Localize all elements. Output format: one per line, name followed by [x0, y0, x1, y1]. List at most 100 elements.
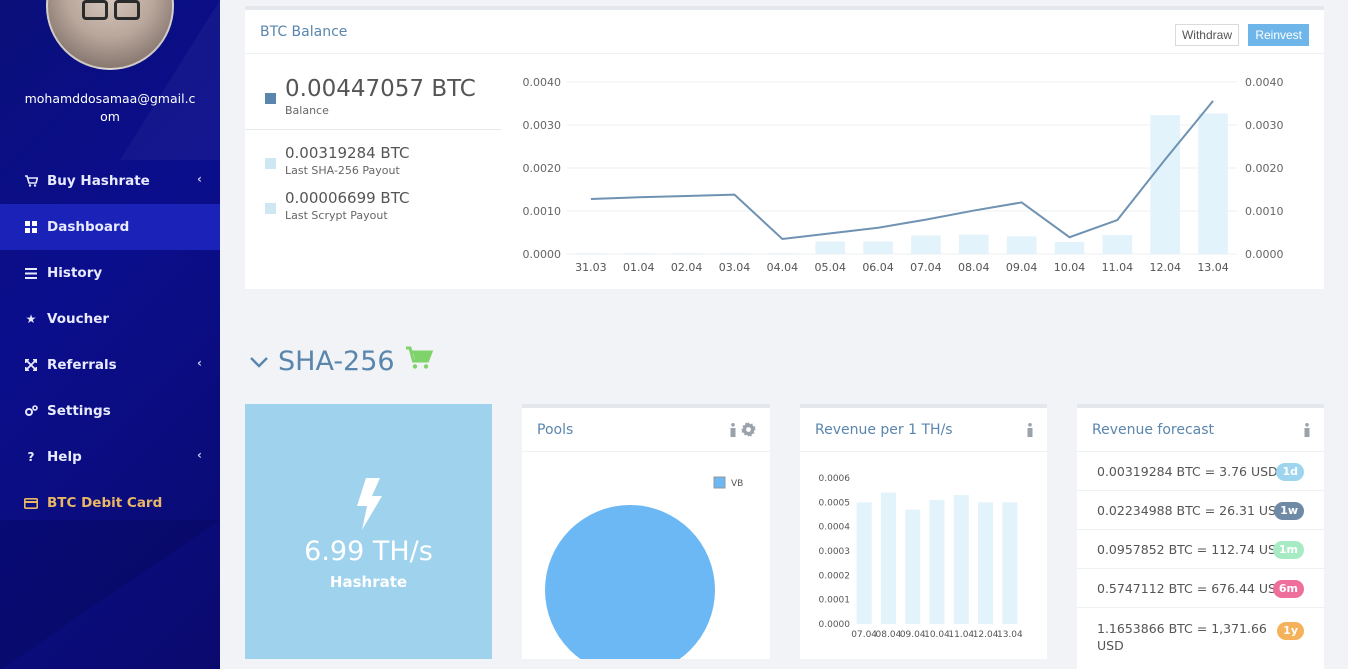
sidebar-decoration — [0, 520, 220, 669]
period-badge: 1m — [1272, 541, 1304, 559]
sidebar-item-buy-hashrate[interactable]: Buy Hashrate ‹ — [0, 158, 220, 204]
sidebar-item-label: Dashboard — [47, 219, 130, 235]
revenue-per-th-card: Revenue per 1 TH/s 0.0000 0.0001 0.0002 0.0… — [800, 404, 1047, 659]
divider — [245, 129, 501, 130]
revenue-forecast-card: Revenue forecast 0.00319284 BTC = 3.76 U… — [1077, 404, 1324, 669]
balance-item: 0.00447057 BTC Balance — [265, 76, 501, 117]
card-tools — [1304, 422, 1310, 441]
forecast-row: 0.02234988 BTC = 26.31 USD 1w — [1077, 491, 1324, 530]
x-tick-label: 31.03 — [575, 261, 607, 274]
sidebar-item-history[interactable]: History — [0, 250, 220, 296]
x-tick-label: 13.04 — [1197, 261, 1229, 274]
bar — [1150, 115, 1181, 254]
sha-payout-label: Last SHA-256 Payout — [285, 164, 400, 177]
info-icon[interactable] — [1304, 422, 1310, 441]
sidebar-item-voucher[interactable]: ★ Voucher — [0, 296, 220, 342]
period-badge: 1y — [1277, 622, 1304, 640]
x-tick-label: 08.04 — [958, 261, 990, 274]
forecast-value: 0.0957852 BTC = 112.74 USD — [1097, 541, 1286, 557]
bar — [671, 253, 702, 254]
forecast-value: 0.02234988 BTC = 26.31 USD — [1097, 502, 1286, 518]
x-tick-label: 12.04 — [1149, 261, 1181, 274]
balance-value: 0.00447057 BTC — [285, 76, 476, 102]
sidebar-item-label: History — [47, 265, 103, 281]
bar — [719, 253, 750, 254]
balance-list: 0.00447057 BTC Balance 0.00319284 BTC La… — [245, 76, 501, 222]
sidebar: mohamddosamaa@gmail.com Buy Hashrate ‹ D… — [0, 0, 220, 669]
sidebar-item-label: Buy Hashrate — [47, 173, 150, 189]
pools-pie-chart: VB — [545, 476, 743, 659]
sidebar-item-btc-debit-card[interactable]: BTC Debit Card — [0, 480, 220, 526]
bar — [953, 495, 969, 624]
pools-card: Pools VB — [522, 404, 770, 659]
sidebar-item-label: Settings — [47, 403, 111, 419]
sidebar-item-help[interactable]: ? Help ‹ — [0, 434, 220, 480]
bar — [905, 509, 921, 624]
star-icon: ★ — [25, 312, 37, 326]
x-tick-label: 01.04 — [623, 261, 655, 274]
x-tick-label: 11.04 — [948, 630, 974, 640]
chevron-down-icon[interactable] — [250, 349, 268, 374]
chevron-left-icon: ‹ — [197, 172, 202, 186]
x-tick-label: 06.04 — [862, 261, 894, 274]
legend-square — [265, 158, 276, 169]
cart-icon[interactable] — [405, 346, 433, 377]
sidebar-item-dashboard[interactable]: Dashboard — [0, 204, 220, 250]
sha-payout-value: 0.00319284 BTC — [285, 144, 410, 162]
x-tick-label: 13.04 — [997, 630, 1023, 640]
series-line — [590, 100, 1214, 240]
x-tick-label: 12.04 — [973, 630, 999, 640]
bar — [978, 502, 994, 624]
forecast-row: 1.1653866 BTC = 1,371.66 USD 1y — [1077, 608, 1324, 660]
forecast-value: 1.1653866 BTC = 1,371.66 USD — [1097, 621, 1267, 653]
reinvest-button[interactable]: Reinvest — [1248, 24, 1309, 46]
sidebar-nav: Buy Hashrate ‹ Dashboard History ★ Vouch… — [0, 158, 220, 526]
bar — [929, 499, 945, 624]
hashrate-value: 6.99 TH/s — [304, 536, 433, 567]
bar — [863, 241, 893, 254]
grid-icon — [24, 220, 38, 234]
x-tick-label: 04.04 — [767, 261, 799, 274]
card-title: Revenue per 1 TH/s — [800, 408, 1047, 452]
y2-tick-label: 0.0040 — [1245, 76, 1284, 89]
y2-tick-label: 0.0030 — [1245, 119, 1284, 132]
section-title: SHA-256 — [278, 346, 395, 377]
y2-tick-label: 0.0020 — [1245, 162, 1284, 175]
section-header: SHA-256 — [250, 346, 433, 377]
bar — [623, 253, 654, 254]
revenue-bar-chart: 0.0000 0.0001 0.0002 0.0003 0.0004 0.0005 0.00… — [819, 474, 1024, 640]
card-title: Revenue forecast — [1077, 408, 1324, 452]
list-icon — [24, 266, 38, 280]
y-tick-label: 0.0003 — [819, 547, 851, 557]
card-title: BTC Balance — [245, 10, 1324, 54]
forecast-row: 0.0957852 BTC = 112.74 USD 1m — [1077, 530, 1324, 569]
forecast-row: 0.5747112 BTC = 676.44 USD 6m — [1077, 569, 1324, 608]
x-tick-label: 11.04 — [1102, 261, 1134, 274]
x-tick-label: 07.04 — [851, 630, 877, 640]
sidebar-item-label: Help — [47, 449, 82, 465]
info-icon[interactable] — [1027, 422, 1033, 441]
x-tick-label: 10.04 — [924, 630, 950, 640]
period-badge: 1d — [1276, 463, 1304, 481]
scrypt-payout-label: Last Scrypt Payout — [285, 209, 388, 222]
x-tick-label: 10.04 — [1054, 261, 1086, 274]
hashrate-label: Hashrate — [329, 573, 408, 591]
scrypt-payout-value: 0.00006699 BTC — [285, 189, 410, 207]
bar — [1002, 502, 1018, 624]
y-tick-label: 0.0001 — [819, 596, 851, 606]
sidebar-item-label: BTC Debit Card — [47, 495, 163, 511]
chevron-left-icon: ‹ — [197, 356, 202, 370]
sidebar-item-settings[interactable]: Settings — [0, 388, 220, 434]
chevron-left-icon: ‹ — [197, 448, 202, 462]
bar — [958, 234, 989, 254]
sidebar-item-referrals[interactable]: Referrals ‹ — [0, 342, 220, 388]
forecast-row: 0.00319284 BTC = 3.76 USD 1d — [1077, 452, 1324, 491]
info-icon[interactable] — [730, 422, 736, 441]
y-tick-label: 0.0020 — [523, 162, 562, 175]
withdraw-button[interactable]: Withdraw — [1174, 24, 1239, 46]
card-tools — [730, 422, 756, 441]
bar — [767, 253, 798, 254]
user-email: mohamddosamaa@gmail.com — [24, 91, 196, 124]
btc-balance-card: BTC Balance Withdraw Reinvest 0.00447057… — [245, 6, 1324, 289]
gear-icon[interactable] — [741, 422, 756, 441]
